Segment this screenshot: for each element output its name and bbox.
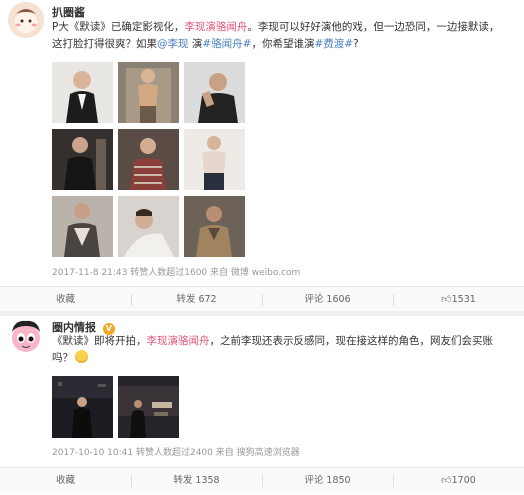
post-text-line-2: 吗？ (52, 350, 518, 367)
post-meta: 2017-10-10 10:41 转赞人数超过2400 来自 搜狗高速浏览器 (52, 445, 300, 458)
highlight-text: 李现演骆闻舟 (146, 335, 210, 347)
post-photo[interactable] (52, 376, 113, 438)
post-photo[interactable] (52, 196, 113, 257)
thumbs-up-icon: 👍︎ (441, 294, 452, 305)
post-photo[interactable] (52, 129, 113, 190)
hashtag-link[interactable]: #费渡# (314, 38, 353, 50)
post-photo[interactable] (52, 62, 113, 123)
comment-button[interactable]: 评论 1606 (262, 287, 393, 313)
weibo-post-2: 圈内情报 V 《默读》即将开拍，李现演骆闻舟，之前李现还表示反感同，现在接这样的… (0, 316, 524, 495)
like-count: 1531 (451, 294, 476, 305)
post-photo[interactable] (118, 376, 179, 438)
post-photo[interactable] (118, 196, 179, 257)
author-avatar[interactable] (8, 2, 44, 38)
action-bar: 收藏 转发 1358 评论 1850 👍︎1700 (0, 467, 524, 494)
post-text: P大《默读》已确定影视化，李现演骆闻舟。李现可以好好演他的戏，但一边恐同，一边接… (52, 19, 518, 53)
repost-count-info: 转赞人数超过1600 (130, 268, 208, 278)
post-source[interactable]: 来自 微博 weibo.com (210, 268, 300, 278)
hashtag-link[interactable]: #骆闻舟# (202, 38, 251, 50)
thumbs-up-icon: 👍︎ (441, 475, 452, 486)
like-button[interactable]: 👍︎1700 (393, 468, 524, 494)
post-photo[interactable] (184, 129, 245, 190)
post-meta: 2017-11-8 21:43 转赞人数超过1600 来自 微博 weibo.c… (52, 265, 300, 278)
favorite-button[interactable]: 收藏 (0, 468, 131, 494)
weibo-post-1: 扒圈酱 P大《默读》已确定影视化，李现演骆闻舟。李现可以好好演他的戏，但一边恐同… (0, 0, 524, 313)
post-time[interactable]: 2017-11-8 21:43 (52, 268, 127, 278)
post-photo[interactable] (184, 196, 245, 257)
repost-button[interactable]: 转发 672 (131, 287, 262, 313)
post-source[interactable]: 来自 搜狗高速浏览器 (216, 448, 300, 458)
favorite-button[interactable]: 收藏 (0, 287, 131, 313)
repost-count-info: 转赞人数超过2400 (135, 448, 213, 458)
author-avatar[interactable] (8, 318, 44, 354)
mention-link[interactable]: @李现 (157, 38, 189, 50)
comment-button[interactable]: 评论 1850 (262, 468, 393, 494)
repost-button[interactable]: 转发 1358 (131, 468, 262, 494)
post-time[interactable]: 2017-10-10 10:41 (52, 448, 133, 458)
post-text-line-1: 《默读》即将开拍，李现演骆闻舟，之前李现还表示反感同，现在接这样的角色，网友们会… (52, 335, 493, 347)
like-button[interactable]: 👍︎1531 (393, 287, 524, 313)
like-count: 1700 (451, 475, 476, 486)
post-text-line-2: 这打脸打得很爽？如果@李现 演#骆闻舟#，你希望谁演#费渡#? (52, 38, 359, 50)
post-text-line-1: P大《默读》已确定影视化，李现演骆闻舟。李现可以好好演他的戏，但一边恐同，一边接… (52, 21, 500, 33)
post-photo[interactable] (118, 129, 179, 190)
post-photo[interactable] (184, 62, 245, 123)
author-name[interactable]: 扒圈酱 (52, 4, 85, 20)
post-photo[interactable] (118, 62, 179, 123)
post-text: 《默读》即将开拍，李现演骆闻舟，之前李现还表示反感同，现在接这样的角色，网友们会… (52, 333, 518, 367)
highlight-text: 李现演骆闻舟 (184, 21, 248, 33)
action-bar: 收藏 转发 672 评论 1606 👍︎1531 (0, 286, 524, 313)
emoji-icon (75, 350, 88, 363)
